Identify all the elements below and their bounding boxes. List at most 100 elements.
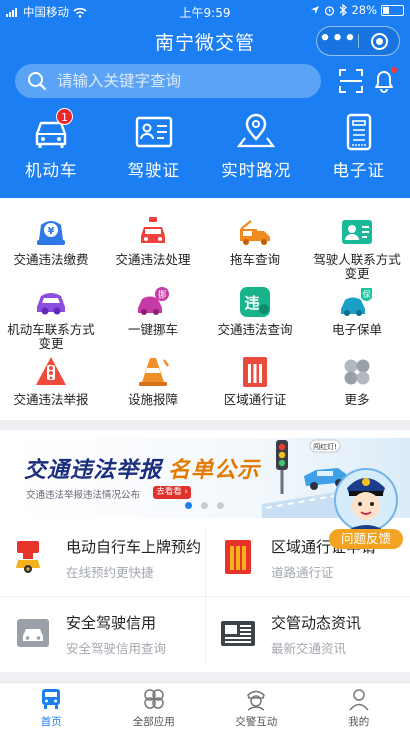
carousel-dot[interactable] bbox=[217, 502, 224, 509]
battery-percent: 28% bbox=[351, 3, 377, 17]
service-violation-handle[interactable]: 交通违法处理 bbox=[102, 214, 204, 267]
svg-text:¥: ¥ bbox=[48, 226, 55, 237]
service-area-pass[interactable]: 区域通行证 bbox=[204, 354, 306, 407]
app-header: 中国移动 上午9:59 28% 南宁微交管 ••• 请输入关键字查询 1 机动车… bbox=[0, 0, 410, 198]
banner-bubble: 闯红灯! bbox=[313, 442, 337, 451]
violation-query-tag: 违 bbox=[244, 294, 259, 312]
nav-vehicle-label: 机动车 bbox=[25, 161, 78, 180]
tab-profile[interactable]: 我的 bbox=[308, 683, 410, 733]
service-label-line1: 机动车联系方式 bbox=[7, 322, 95, 337]
tab-police-interaction[interactable]: 交警互动 bbox=[205, 683, 308, 733]
location-arrow-icon bbox=[311, 6, 320, 14]
card-title: 电动自行车上牌预约 bbox=[66, 538, 202, 556]
service-label: 交通违法缴费 bbox=[13, 252, 89, 267]
banner-subtitle: 交通违法举报违法情况公布 bbox=[26, 490, 141, 501]
feedback-label: 问题反馈 bbox=[329, 529, 403, 549]
area-pass-icon bbox=[243, 357, 267, 387]
alarm-icon bbox=[325, 5, 335, 16]
search-input[interactable] bbox=[57, 69, 307, 93]
service-label: 交通违法处理 bbox=[115, 252, 191, 267]
service-label: 区域通行证 bbox=[223, 392, 287, 407]
card-subtitle: 道路通行证 bbox=[271, 565, 334, 580]
card-ebike-plate[interactable]: 电动自行车上牌预约 在线预约更快捷 bbox=[0, 520, 205, 596]
news-icon bbox=[221, 621, 255, 646]
scan-icon[interactable] bbox=[338, 68, 364, 94]
location-pin-icon bbox=[237, 113, 276, 148]
safe-drive-icon bbox=[17, 619, 49, 647]
card-subtitle: 最新交通资讯 bbox=[271, 641, 347, 656]
car-violation-icon bbox=[141, 217, 165, 243]
search-bar[interactable] bbox=[15, 64, 321, 98]
service-label: 设施报障 bbox=[127, 392, 178, 407]
home-bus-icon bbox=[42, 689, 61, 709]
service-more[interactable]: 更多 bbox=[306, 354, 408, 407]
notification-button[interactable] bbox=[370, 66, 398, 94]
bottom-tab-bar: 首页 全部应用 交警互动 我的 bbox=[0, 682, 410, 733]
banner-headline: 交通违法举报 名单公示 bbox=[24, 458, 261, 483]
nav-license[interactable]: 驾驶证 bbox=[103, 112, 206, 192]
service-label: 电子保单 bbox=[331, 322, 382, 337]
service-violation-query[interactable]: 违 交通违法查询 bbox=[204, 284, 306, 337]
service-label-line2: 变更 bbox=[38, 336, 64, 351]
nav-traffic-label: 实时路况 bbox=[221, 161, 292, 180]
service-move-car[interactable]: 挪 一键挪车 bbox=[102, 284, 204, 337]
profile-icon bbox=[349, 689, 369, 711]
tab-home[interactable]: 首页 bbox=[0, 683, 103, 733]
service-e-insurance[interactable]: 保 电子保单 bbox=[306, 284, 408, 337]
service-label-line1: 驾驶人联系方式 bbox=[313, 252, 401, 267]
more-menu-button[interactable]: ••• bbox=[317, 27, 359, 55]
carousel-dot[interactable] bbox=[201, 502, 208, 509]
license-card-icon bbox=[135, 116, 172, 148]
service-violation-report[interactable]: 交通违法举报 bbox=[0, 354, 102, 407]
card-subtitle: 在线预约更快捷 bbox=[66, 565, 154, 580]
police-interaction-icon bbox=[247, 690, 266, 711]
banner-headline-highlight: 名单公示 bbox=[168, 458, 261, 483]
nav-vehicle[interactable]: 1 机动车 bbox=[0, 108, 103, 192]
tab-label: 首页 bbox=[40, 716, 62, 728]
vehicle-badge: 1 bbox=[56, 108, 73, 125]
violation-report-icon bbox=[36, 357, 66, 385]
card-traffic-news[interactable]: 交管动态资讯 最新交通资讯 bbox=[205, 596, 410, 672]
e-insurance-icon: 保 bbox=[341, 288, 372, 316]
nav-e-certificate[interactable]: 电子证 bbox=[308, 112, 410, 192]
nav-traffic[interactable]: 实时路况 bbox=[205, 112, 308, 192]
carousel-dot-active[interactable] bbox=[185, 502, 192, 509]
card-safe-drive[interactable]: 安全驾驶信用 安全驾驶信用查询 bbox=[0, 596, 205, 672]
ebike-plate-icon bbox=[16, 541, 40, 573]
service-label: 交通违法举报 bbox=[13, 392, 89, 407]
status-bar: 中国移动 上午9:59 28% bbox=[0, 0, 410, 22]
service-label: 拖车查询 bbox=[229, 252, 280, 267]
tab-label: 全部应用 bbox=[132, 716, 175, 728]
fine-payment-icon: ¥ bbox=[37, 221, 65, 245]
more-petals-icon bbox=[344, 359, 370, 385]
tab-label: 交警互动 bbox=[235, 716, 278, 728]
card-title: 交管动态资讯 bbox=[271, 614, 362, 632]
all-apps-icon bbox=[144, 689, 164, 709]
mini-program-capsule: ••• bbox=[316, 26, 400, 56]
service-label: 一键挪车 bbox=[127, 322, 178, 337]
service-label: 更多 bbox=[344, 392, 370, 407]
bluetooth-icon bbox=[340, 4, 348, 16]
tab-all-apps[interactable]: 全部应用 bbox=[103, 683, 206, 733]
services-grid: ¥ 交通违法缴费 交通违法处理 拖车查询 驾驶人联系方式 变更 机动车联系方式 … bbox=[0, 198, 410, 420]
pass-gate-icon bbox=[225, 540, 251, 574]
service-facility-report[interactable]: 设施报障 bbox=[102, 354, 204, 407]
service-vehicle-contact[interactable]: 机动车联系方式 变更 bbox=[0, 284, 102, 351]
service-driver-contact[interactable]: 驾驶人联系方式 变更 bbox=[306, 214, 408, 281]
notification-dot bbox=[390, 66, 398, 74]
nav-license-label: 驾驶证 bbox=[127, 161, 180, 180]
move-car-icon: 挪 bbox=[138, 287, 169, 315]
service-fine-payment[interactable]: ¥ 交通违法缴费 bbox=[0, 214, 102, 267]
capsule-divider bbox=[358, 34, 359, 48]
service-label: 交通违法查询 bbox=[217, 322, 293, 337]
search-icon bbox=[28, 72, 47, 91]
banner-go-button[interactable]: 去看看 › bbox=[153, 486, 191, 499]
e-insurance-tag: 保 bbox=[363, 289, 371, 299]
driver-contact-icon bbox=[342, 220, 372, 244]
vehicle-contact-icon bbox=[37, 293, 65, 315]
tab-label: 我的 bbox=[348, 716, 370, 728]
service-tow-query[interactable]: 拖车查询 bbox=[204, 214, 306, 267]
e-certificate-icon bbox=[346, 113, 371, 151]
close-mini-program-button[interactable] bbox=[371, 33, 388, 50]
feedback-float-button[interactable]: 问题反馈 bbox=[329, 462, 403, 549]
